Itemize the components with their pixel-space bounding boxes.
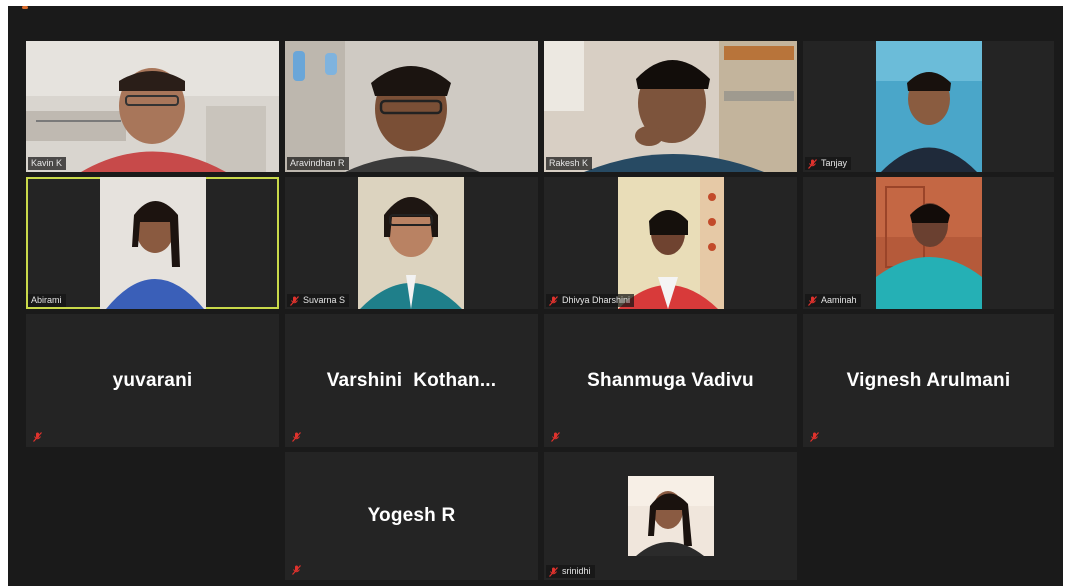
- participant-name-label: Kavin K: [28, 157, 67, 170]
- participant-video: [876, 177, 982, 309]
- participant-tile-yuvarani[interactable]: yuvarani: [26, 314, 279, 447]
- muted-mic-icon: [292, 565, 301, 575]
- participant-name-label: Suvarna S: [287, 294, 350, 307]
- participant-status: [548, 431, 568, 443]
- participant-tile-tanjay[interactable]: Tanjay: [803, 41, 1054, 172]
- participant-tile-abirami[interactable]: Abirami: [26, 177, 279, 309]
- participant-status: [30, 431, 50, 443]
- participant-tile-aaminah[interactable]: Aaminah: [803, 177, 1054, 309]
- participant-profile-picture: [628, 476, 714, 556]
- participant-name-label: Aravindhan R: [287, 157, 349, 170]
- participant-video: [618, 177, 724, 309]
- window-indicator: [22, 6, 28, 9]
- participant-status: [807, 431, 827, 443]
- participant-tile-rakesh[interactable]: Rakesh K: [544, 41, 797, 172]
- participant-tile-aravindhan[interactable]: Aravindhan R: [285, 41, 538, 172]
- muted-mic-icon: [33, 432, 42, 442]
- muted-mic-icon: [290, 295, 299, 306]
- participant-video: [876, 41, 982, 172]
- participant-tile-kavin[interactable]: Kavin K: [26, 41, 279, 172]
- participant-tile-dhivya[interactable]: Dhivya Dharshini: [544, 177, 797, 309]
- participant-name: Vignesh Arulmani: [846, 369, 1011, 391]
- participant-name: Varshini Kothan...: [326, 369, 497, 391]
- participant-name-label: Tanjay: [805, 157, 852, 170]
- muted-mic-icon: [551, 432, 560, 442]
- muted-mic-icon: [808, 295, 817, 306]
- muted-mic-icon: [549, 566, 558, 577]
- muted-mic-icon: [549, 295, 558, 306]
- participant-status: [289, 564, 309, 576]
- participant-tile-srinidhi[interactable]: srinidhi: [544, 452, 797, 580]
- participant-video: [358, 177, 464, 309]
- participant-name: Shanmuga Vadivu: [587, 369, 754, 391]
- muted-mic-icon: [808, 158, 817, 169]
- participant-name-label: Dhivya Dharshini: [546, 294, 635, 307]
- muted-mic-icon: [810, 432, 819, 442]
- participant-tile-varshini[interactable]: Varshini Kothan...: [285, 314, 538, 447]
- participant-name: yuvarani: [112, 369, 193, 391]
- participant-status: [289, 431, 309, 443]
- participant-name-label: Rakesh K: [546, 157, 593, 170]
- participant-video: [26, 41, 279, 172]
- participant-tile-suvarna[interactable]: Suvarna S: [285, 177, 538, 309]
- participant-tile-vignesh[interactable]: Vignesh Arulmani: [803, 314, 1054, 447]
- participant-name: Yogesh R: [367, 505, 456, 526]
- participant-video: [285, 41, 538, 172]
- participant-video: [544, 41, 797, 172]
- participant-name-label: Abirami: [28, 294, 66, 307]
- participant-tile-yogesh[interactable]: Yogesh R: [285, 452, 538, 580]
- participant-name-label: srinidhi: [546, 565, 595, 578]
- video-call-window: Kavin K Aravindhan R Rakesh K Tanjay Abi…: [8, 6, 1063, 586]
- muted-mic-icon: [292, 432, 301, 442]
- participant-video: [100, 177, 206, 309]
- participant-tile-shanmuga[interactable]: Shanmuga Vadivu: [544, 314, 797, 447]
- participant-name-label: Aaminah: [805, 294, 861, 307]
